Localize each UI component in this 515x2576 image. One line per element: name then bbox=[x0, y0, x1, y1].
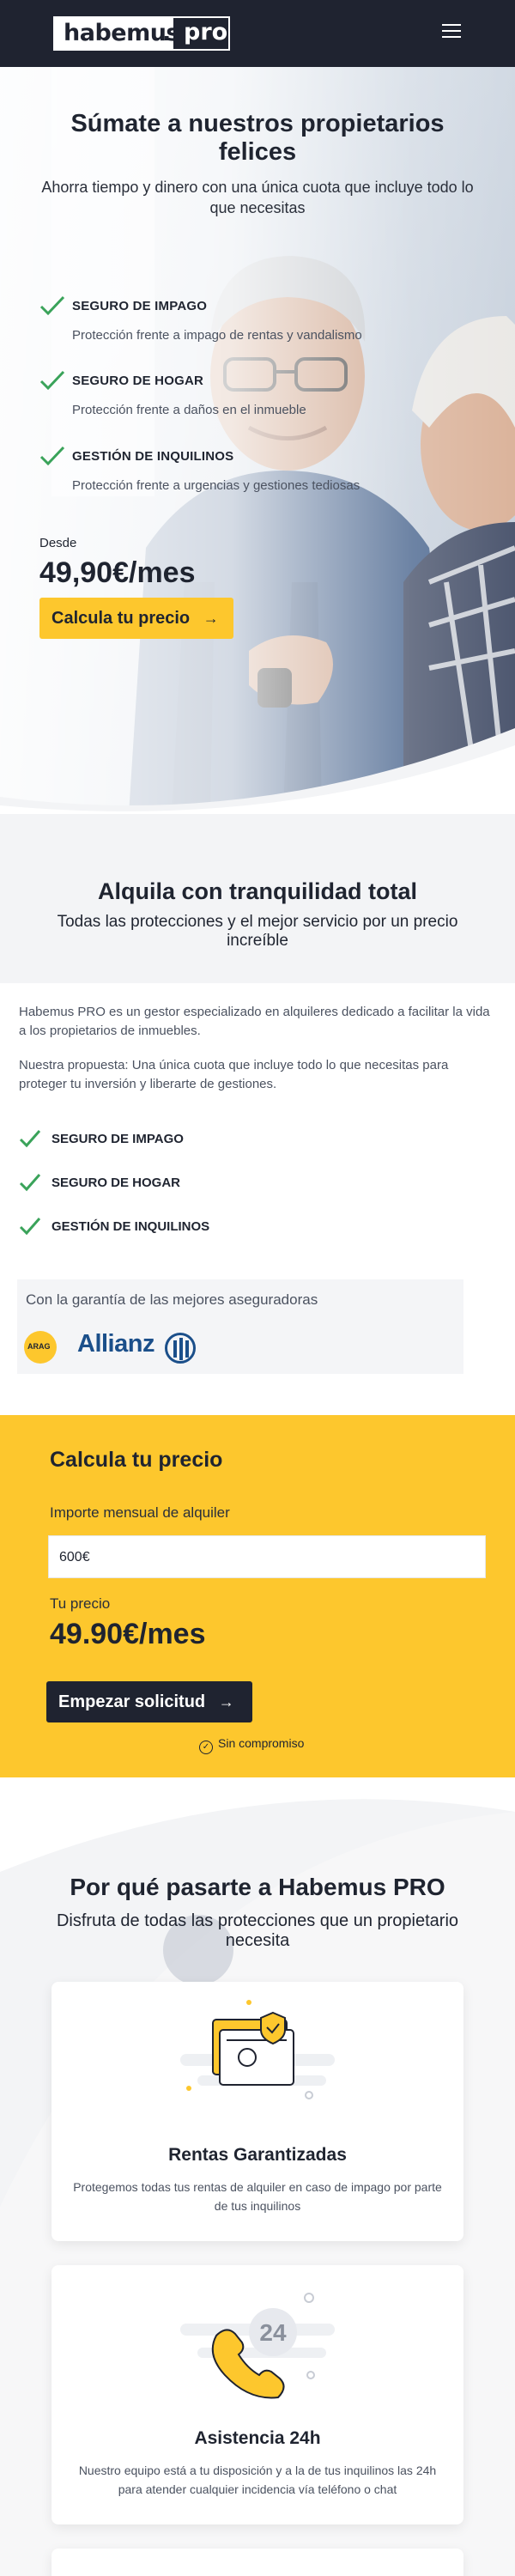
money-shield-icon bbox=[180, 2000, 335, 2099]
hamburger-menu-icon[interactable] bbox=[442, 24, 461, 39]
habemus-pro-logo[interactable]: habemus . pro bbox=[53, 16, 230, 51]
why-subtitle: Disfruta de todas las protecciones que u… bbox=[56, 1911, 459, 1950]
about-paragraph-1: Habemus PRO es un gestor especializado e… bbox=[19, 1005, 490, 1038]
from-label: Desde bbox=[39, 536, 77, 550]
price-calculator: Calcula tu precio Importe mensual de alq… bbox=[0, 1415, 515, 1777]
feature-desc: Protección frente a urgencias y gestione… bbox=[72, 478, 360, 493]
check-icon bbox=[19, 1174, 41, 1192]
feature-title: SEGURO DE IMPAGO bbox=[72, 299, 208, 313]
check-icon bbox=[39, 295, 65, 316]
hero-price: 49,90€/mes bbox=[39, 556, 196, 589]
feature-desc: Protección frente a impago de rentas y v… bbox=[72, 328, 362, 343]
check-circle-icon: ✓ bbox=[199, 1741, 213, 1754]
arrow-right-icon: → bbox=[218, 1693, 234, 1710]
feature-title: SEGURO DE HOGAR bbox=[72, 374, 204, 388]
insurers-box: Con la garantía de las mejores asegurado… bbox=[17, 1279, 464, 1374]
about-paragraph-2: Nuestra propuesta: Una única cuota que i… bbox=[19, 1058, 449, 1091]
badge-24-text: 24 bbox=[259, 2319, 287, 2346]
logo-pro: pro bbox=[184, 19, 228, 46]
check-icon bbox=[39, 446, 65, 466]
hero-title: Súmate a nuestros propietarios felices bbox=[34, 110, 481, 167]
card-description: Nuestro equipo está a tu disposición y a… bbox=[78, 2464, 437, 2496]
calculate-price-label: Calcula tu precio bbox=[52, 609, 191, 628]
hero-subtitle: Ahorra tiempo y dinero con una única cuo… bbox=[41, 179, 474, 216]
feature-card-rentas: Rentas Garantizadas Protegemos todas tus… bbox=[52, 1982, 464, 2241]
phone-24h-icon: 24 bbox=[180, 2293, 335, 2399]
guarantee-text: Con la garantía de las mejores asegurado… bbox=[26, 1291, 318, 1308]
about-item-label: SEGURO DE HOGAR bbox=[52, 1176, 181, 1190]
allianz-eagle-icon bbox=[165, 1333, 196, 1364]
start-application-label: Empezar solicitud bbox=[58, 1692, 206, 1711]
no-commitment-text: Sin compromiso bbox=[218, 1736, 305, 1750]
hero-section: Súmate a nuestros propietarios felices A… bbox=[0, 67, 515, 814]
logo-dot: . bbox=[162, 20, 172, 46]
feature-title: GESTIÓN DE INQUILINOS bbox=[72, 449, 234, 464]
feature-card-next bbox=[52, 2549, 464, 2576]
card-description: Protegemos todas tus rentas de alquiler … bbox=[73, 2180, 442, 2213]
hero-title-line2: felices bbox=[218, 138, 297, 166]
feature-desc: Protección frente a daños en el inmueble bbox=[72, 403, 306, 417]
about-item-label: SEGURO DE IMPAGO bbox=[52, 1132, 184, 1146]
allianz-logo: Allianz bbox=[77, 1330, 154, 1358]
arag-label: ARAG bbox=[27, 1342, 51, 1351]
calculate-price-button[interactable]: Calcula tu precio → bbox=[39, 598, 233, 639]
no-commitment-note: ✓ Sin compromiso bbox=[199, 1736, 304, 1754]
why-section: Por qué pasarte a Habemus PRO Disfruta d… bbox=[0, 1777, 515, 2576]
about-subtitle: Todas las protecciones y el mejor servic… bbox=[57, 913, 458, 950]
about-item-label: GESTIÓN DE INQUILINOS bbox=[52, 1219, 210, 1234]
site-header: habemus . pro bbox=[0, 0, 515, 67]
rent-amount-input[interactable]: 600€ bbox=[48, 1535, 486, 1578]
start-application-button[interactable]: Empezar solicitud → bbox=[46, 1681, 252, 1722]
your-price-label: Tu precio bbox=[50, 1595, 111, 1612]
why-title: Por qué pasarte a Habemus PRO bbox=[70, 1874, 445, 1900]
hero-bottom-wave bbox=[0, 728, 515, 814]
card-title: Rentas Garantizadas bbox=[168, 2145, 347, 2165]
check-icon bbox=[39, 370, 65, 391]
card-title: Asistencia 24h bbox=[194, 2428, 321, 2448]
rent-amount-label: Importe mensual de alquiler bbox=[50, 1504, 230, 1521]
check-icon bbox=[19, 1130, 41, 1148]
your-price-value: 49.90€/mes bbox=[50, 1618, 206, 1650]
arrow-right-icon: → bbox=[203, 610, 219, 627]
feature-card-asistencia: 24 Asistencia 24h Nuestro equipo está a … bbox=[52, 2265, 464, 2524]
hero-title-line1: Súmate a nuestros propietarios bbox=[70, 110, 445, 137]
check-icon bbox=[19, 1218, 41, 1236]
calculator-title: Calcula tu precio bbox=[50, 1448, 223, 1472]
about-title: Alquila con tranquilidad total bbox=[97, 878, 417, 904]
